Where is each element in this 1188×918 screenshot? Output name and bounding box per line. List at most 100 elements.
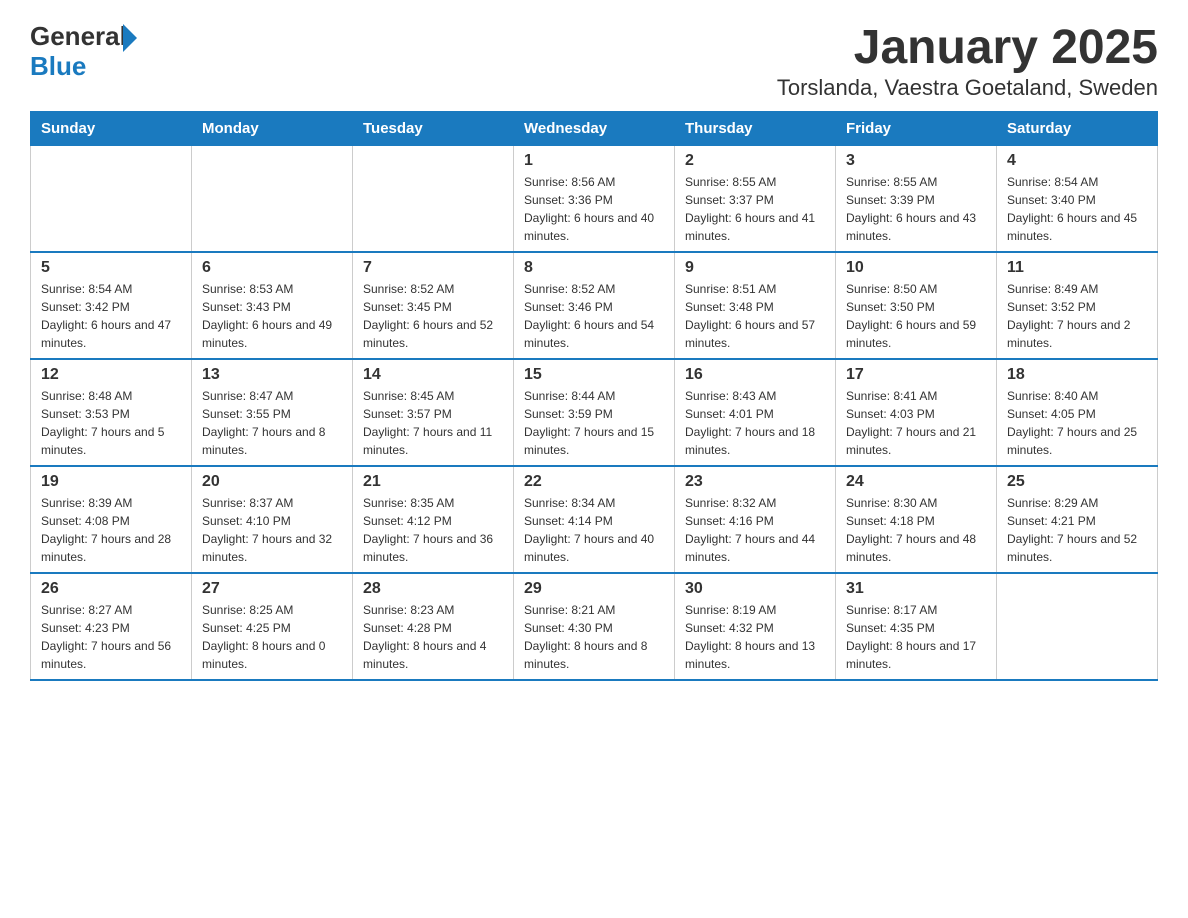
day-number: 1 — [524, 152, 664, 170]
header-wednesday: Wednesday — [514, 112, 675, 146]
day-info: Sunrise: 8:48 AM Sunset: 3:53 PM Dayligh… — [41, 387, 181, 459]
table-row: 2Sunrise: 8:55 AM Sunset: 3:37 PM Daylig… — [675, 146, 836, 253]
day-info: Sunrise: 8:51 AM Sunset: 3:48 PM Dayligh… — [685, 280, 825, 352]
day-number: 7 — [363, 259, 503, 277]
day-info: Sunrise: 8:32 AM Sunset: 4:16 PM Dayligh… — [685, 494, 825, 566]
day-info: Sunrise: 8:53 AM Sunset: 3:43 PM Dayligh… — [202, 280, 342, 352]
day-info: Sunrise: 8:47 AM Sunset: 3:55 PM Dayligh… — [202, 387, 342, 459]
day-info: Sunrise: 8:52 AM Sunset: 3:46 PM Dayligh… — [524, 280, 664, 352]
day-info: Sunrise: 8:56 AM Sunset: 3:36 PM Dayligh… — [524, 173, 664, 245]
calendar-week-row: 5 Sunrise: 8:54 AM Sunset: 3:42 PM Daylig… — [31, 252, 1158, 359]
table-row: 9 Sunrise: 8:51 AM Sunset: 3:48 PM Daylig… — [675, 252, 836, 359]
day-number: 30 — [685, 580, 825, 598]
calendar-week-row: 1 Sunrise: 8:56 AM Sunset: 3:36 PM Daylig… — [31, 146, 1158, 253]
day-number: 21 — [363, 473, 503, 491]
table-row: 25Sunrise: 8:29 AM Sunset: 4:21 PM Dayli… — [997, 466, 1158, 573]
day-info: Sunrise: 8:50 AM Sunset: 3:50 PM Dayligh… — [846, 280, 986, 352]
logo-general: General — [30, 22, 127, 51]
day-info: Sunrise: 8:19 AM Sunset: 4:32 PM Dayligh… — [685, 601, 825, 673]
day-info: Sunrise: 8:43 AM Sunset: 4:01 PM Dayligh… — [685, 387, 825, 459]
day-info: Sunrise: 8:54 AM Sunset: 3:40 PM Dayligh… — [1007, 173, 1147, 245]
table-row: 1 Sunrise: 8:56 AM Sunset: 3:36 PM Daylig… — [514, 146, 675, 253]
day-number: 6 — [202, 259, 342, 277]
table-row: 12Sunrise: 8:48 AM Sunset: 3:53 PM Dayli… — [31, 359, 192, 466]
table-row: 29Sunrise: 8:21 AM Sunset: 4:30 PM Dayli… — [514, 573, 675, 680]
day-number: 28 — [363, 580, 503, 598]
day-number: 26 — [41, 580, 181, 598]
day-number: 23 — [685, 473, 825, 491]
day-number: 17 — [846, 366, 986, 384]
header-tuesday: Tuesday — [353, 112, 514, 146]
table-row: 6 Sunrise: 8:53 AM Sunset: 3:43 PM Daylig… — [192, 252, 353, 359]
day-info: Sunrise: 8:54 AM Sunset: 3:42 PM Dayligh… — [41, 280, 181, 352]
header-thursday: Thursday — [675, 112, 836, 146]
logo-blue: Blue — [30, 52, 137, 81]
table-row: 3 Sunrise: 8:55 AM Sunset: 3:39 PM Daylig… — [836, 146, 997, 253]
day-info: Sunrise: 8:55 AM Sunset: 3:37 PM Dayligh… — [685, 173, 825, 245]
day-number: 8 — [524, 259, 664, 277]
day-info: Sunrise: 8:35 AM Sunset: 4:12 PM Dayligh… — [363, 494, 503, 566]
day-info: Sunrise: 8:52 AM Sunset: 3:45 PM Dayligh… — [363, 280, 503, 352]
day-number: 13 — [202, 366, 342, 384]
calendar-header-row: Sunday Monday Tuesday Wednesday Thursday… — [31, 112, 1158, 146]
title-block: January 2025 Torslanda, Vaestra Goetalan… — [777, 20, 1158, 101]
table-row: 21 Sunrise: 8:35 AM Sunset: 4:12 PM Dayli… — [353, 466, 514, 573]
header-sunday: Sunday — [31, 112, 192, 146]
day-number: 19 — [41, 473, 181, 491]
day-info: Sunrise: 8:23 AM Sunset: 4:28 PM Dayligh… — [363, 601, 503, 673]
table-row: 4Sunrise: 8:54 AM Sunset: 3:40 PM Daylig… — [997, 146, 1158, 253]
calendar-week-row: 19 Sunrise: 8:39 AM Sunset: 4:08 PM Dayli… — [31, 466, 1158, 573]
table-row: 28 Sunrise: 8:23 AM Sunset: 4:28 PM Dayli… — [353, 573, 514, 680]
day-info: Sunrise: 8:37 AM Sunset: 4:10 PM Dayligh… — [202, 494, 342, 566]
table-row: 31Sunrise: 8:17 AM Sunset: 4:35 PM Dayli… — [836, 573, 997, 680]
page-header: General Blue January 2025 Torslanda, Vae… — [30, 20, 1158, 101]
day-info: Sunrise: 8:21 AM Sunset: 4:30 PM Dayligh… — [524, 601, 664, 673]
table-row: 7 Sunrise: 8:52 AM Sunset: 3:45 PM Daylig… — [353, 252, 514, 359]
day-info: Sunrise: 8:45 AM Sunset: 3:57 PM Dayligh… — [363, 387, 503, 459]
table-row — [997, 573, 1158, 680]
day-info: Sunrise: 8:30 AM Sunset: 4:18 PM Dayligh… — [846, 494, 986, 566]
day-info: Sunrise: 8:49 AM Sunset: 3:52 PM Dayligh… — [1007, 280, 1147, 352]
table-row: 17Sunrise: 8:41 AM Sunset: 4:03 PM Dayli… — [836, 359, 997, 466]
day-number: 27 — [202, 580, 342, 598]
day-number: 9 — [685, 259, 825, 277]
table-row: 10 Sunrise: 8:50 AM Sunset: 3:50 PM Dayli… — [836, 252, 997, 359]
table-row: 20 Sunrise: 8:37 AM Sunset: 4:10 PM Dayli… — [192, 466, 353, 573]
day-number: 3 — [846, 152, 986, 170]
table-row: 18 Sunrise: 8:40 AM Sunset: 4:05 PM Dayli… — [997, 359, 1158, 466]
day-number: 10 — [846, 259, 986, 277]
day-info: Sunrise: 8:17 AM Sunset: 4:35 PM Dayligh… — [846, 601, 986, 673]
day-number: 24 — [846, 473, 986, 491]
day-number: 11 — [1007, 259, 1147, 277]
table-row: 14 Sunrise: 8:45 AM Sunset: 3:57 PM Dayli… — [353, 359, 514, 466]
day-number: 5 — [41, 259, 181, 277]
day-number: 15 — [524, 366, 664, 384]
day-info: Sunrise: 8:40 AM Sunset: 4:05 PM Dayligh… — [1007, 387, 1147, 459]
table-row: 13 Sunrise: 8:47 AM Sunset: 3:55 PM Dayli… — [192, 359, 353, 466]
table-row — [353, 146, 514, 253]
day-info: Sunrise: 8:55 AM Sunset: 3:39 PM Dayligh… — [846, 173, 986, 245]
table-row: 27Sunrise: 8:25 AM Sunset: 4:25 PM Dayli… — [192, 573, 353, 680]
day-info: Sunrise: 8:34 AM Sunset: 4:14 PM Dayligh… — [524, 494, 664, 566]
header-saturday: Saturday — [997, 112, 1158, 146]
table-row: 22Sunrise: 8:34 AM Sunset: 4:14 PM Dayli… — [514, 466, 675, 573]
day-info: Sunrise: 8:39 AM Sunset: 4:08 PM Dayligh… — [41, 494, 181, 566]
table-row: 24 Sunrise: 8:30 AM Sunset: 4:18 PM Dayli… — [836, 466, 997, 573]
header-monday: Monday — [192, 112, 353, 146]
calendar-week-row: 12Sunrise: 8:48 AM Sunset: 3:53 PM Dayli… — [31, 359, 1158, 466]
calendar-table: Sunday Monday Tuesday Wednesday Thursday… — [30, 111, 1158, 681]
logo-arrow-icon — [123, 24, 137, 52]
day-number: 18 — [1007, 366, 1147, 384]
table-row: 30 Sunrise: 8:19 AM Sunset: 4:32 PM Dayli… — [675, 573, 836, 680]
day-number: 14 — [363, 366, 503, 384]
calendar-week-row: 26Sunrise: 8:27 AM Sunset: 4:23 PM Dayli… — [31, 573, 1158, 680]
table-row — [192, 146, 353, 253]
header-friday: Friday — [836, 112, 997, 146]
day-info: Sunrise: 8:29 AM Sunset: 4:21 PM Dayligh… — [1007, 494, 1147, 566]
day-number: 20 — [202, 473, 342, 491]
table-row: 19 Sunrise: 8:39 AM Sunset: 4:08 PM Dayli… — [31, 466, 192, 573]
logo: General Blue — [30, 20, 137, 81]
table-row: 11 Sunrise: 8:49 AM Sunset: 3:52 PM Dayli… — [997, 252, 1158, 359]
table-row: 23 Sunrise: 8:32 AM Sunset: 4:16 PM Dayli… — [675, 466, 836, 573]
calendar-title: January 2025 — [777, 20, 1158, 75]
